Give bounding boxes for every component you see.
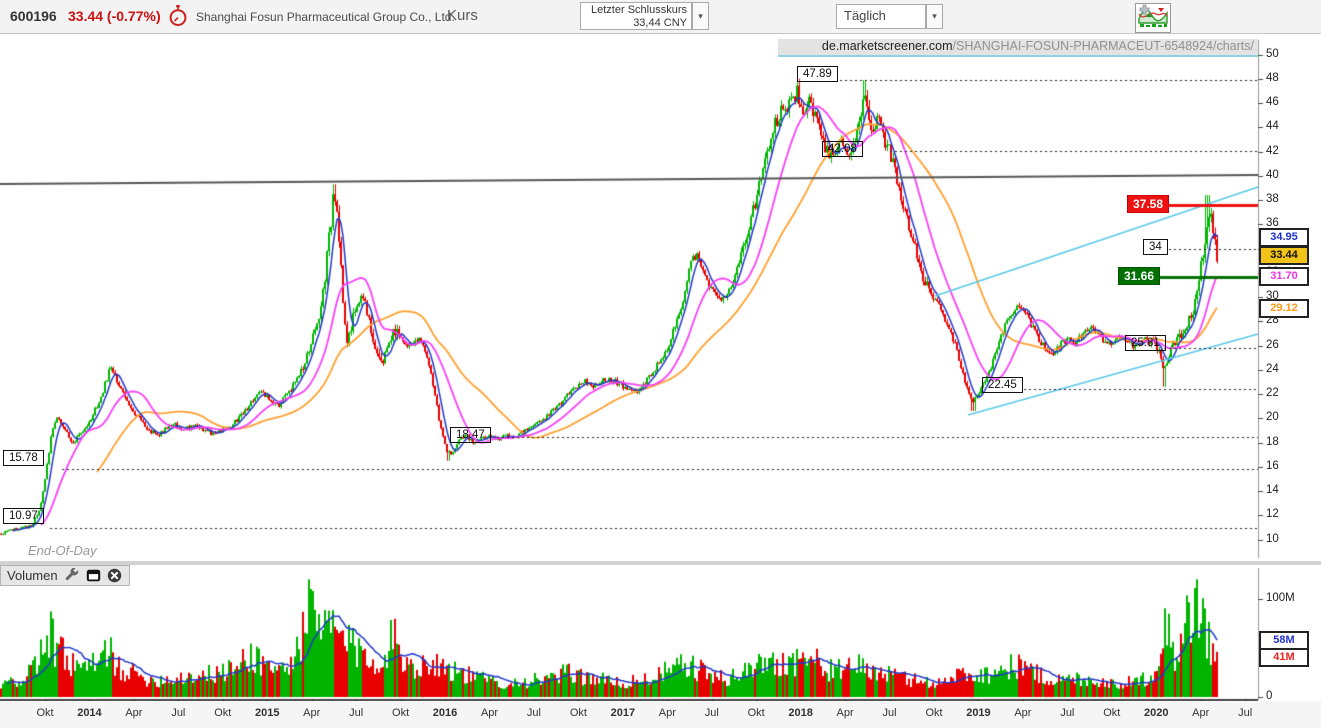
x-axis-label: Okt: [925, 707, 942, 719]
price-level-annotation: 47.89: [797, 66, 838, 82]
y-axis-label: 16: [1266, 460, 1279, 472]
price-axis-tag: 34.95: [1259, 228, 1309, 247]
x-axis-label: Okt: [748, 707, 765, 719]
x-axis-label: Okt: [214, 707, 231, 719]
x-axis-label: Okt: [392, 707, 409, 719]
x-axis-label: Apr: [481, 707, 498, 719]
x-axis-label: 2014: [77, 707, 101, 719]
y-axis-label: 46: [1266, 96, 1279, 108]
y-axis-label: 26: [1266, 339, 1279, 351]
y-axis-label: 24: [1266, 363, 1279, 375]
price-level-annotation: 37.58: [1127, 195, 1169, 213]
y-axis-label: 14: [1266, 484, 1279, 496]
x-axis-label: Jul: [1238, 707, 1252, 719]
volume-axis-label: 0: [1266, 690, 1272, 702]
x-axis-label: Jul: [1060, 707, 1074, 719]
price-axis-tag: 29.12: [1259, 299, 1309, 318]
x-axis-label: Apr: [125, 707, 142, 719]
x-axis-label: Apr: [837, 707, 854, 719]
y-axis-label: 22: [1266, 387, 1279, 399]
y-axis-label: 44: [1266, 120, 1279, 132]
x-axis-label: Okt: [570, 707, 587, 719]
price-level-annotation: 22.45: [982, 377, 1023, 393]
price-level-annotation: 15.78: [3, 450, 44, 466]
x-axis-label: Jul: [705, 707, 719, 719]
y-axis-label: 38: [1266, 193, 1279, 205]
price-level-annotation: 18.47: [450, 427, 491, 443]
y-axis-label: 50: [1266, 48, 1279, 60]
y-axis-label: 40: [1266, 169, 1279, 181]
x-axis-label: Apr: [303, 707, 320, 719]
price-level-annotation: 10.97: [3, 508, 44, 524]
x-axis-label: Jul: [883, 707, 897, 719]
x-axis-label: Jul: [527, 707, 541, 719]
y-axis-label: 18: [1266, 436, 1279, 448]
y-axis-label: 10: [1266, 533, 1279, 545]
x-axis-label: Okt: [36, 707, 53, 719]
volume-axis-label: 100M: [1266, 592, 1295, 604]
price-axis-tag: 31.70: [1259, 267, 1309, 286]
price-level-annotation: 42.08: [822, 141, 863, 157]
x-axis-label: 2017: [611, 707, 635, 719]
x-axis-label: 2015: [255, 707, 279, 719]
x-axis-label: 2020: [1144, 707, 1168, 719]
price-axis-tag: 33.44: [1259, 246, 1309, 265]
volume-axis-tag: 41M: [1259, 648, 1309, 667]
label-overlay: 5048464442403836343230282624222018161412…: [0, 0, 1321, 728]
chart-application: 600196 33.44 (-0.77%) Shanghai Fosun Pha…: [0, 0, 1321, 728]
y-axis-label: 42: [1266, 145, 1279, 157]
x-axis-label: Jul: [171, 707, 185, 719]
y-axis-label: 20: [1266, 411, 1279, 423]
price-level-annotation: 25.81: [1125, 335, 1166, 351]
x-axis-label: 2018: [788, 707, 812, 719]
x-axis-label: 2016: [433, 707, 457, 719]
price-level-annotation: 31.66: [1118, 267, 1160, 285]
y-axis-label: 12: [1266, 508, 1279, 520]
x-axis-label: Apr: [1014, 707, 1031, 719]
x-axis-label: Jul: [349, 707, 363, 719]
x-axis-label: Apr: [1192, 707, 1209, 719]
x-axis-label: Okt: [1103, 707, 1120, 719]
x-axis-label: Apr: [659, 707, 676, 719]
y-axis-label: 48: [1266, 72, 1279, 84]
x-axis-label: 2019: [966, 707, 990, 719]
price-level-annotation: 34: [1143, 239, 1168, 255]
